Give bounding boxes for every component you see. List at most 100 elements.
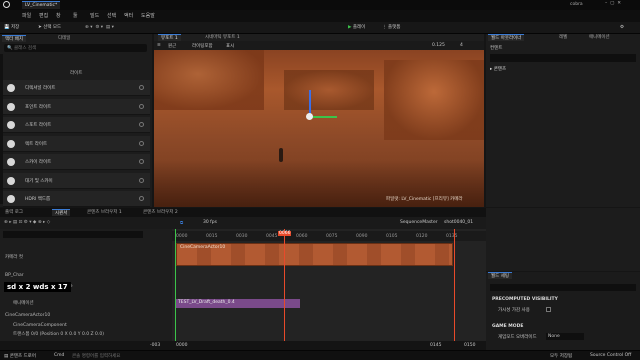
- fov-value[interactable]: 0.125: [432, 43, 445, 48]
- camera-speed[interactable]: 4: [460, 43, 463, 48]
- tab-details[interactable]: 디테일: [55, 35, 73, 42]
- bottom-tab[interactable]: 콘텐츠 브라우저 2: [140, 209, 181, 216]
- perspective-button[interactable]: 원근: [168, 43, 176, 49]
- range-start[interactable]: -003: [150, 343, 160, 348]
- start-marker[interactable]: [175, 229, 176, 341]
- place-actor-item[interactable]: HDRI 백드롭: [3, 191, 150, 207]
- info-icon[interactable]: [139, 196, 144, 201]
- class-search-input[interactable]: 🔍 클래스 검색: [4, 44, 147, 52]
- track-search-input[interactable]: [3, 231, 143, 238]
- add-button[interactable]: ⊕ ▾ ⚙ ▾ ▤ ▾: [85, 24, 114, 32]
- range-end[interactable]: 0150: [464, 343, 475, 348]
- place-actor-label: 스카이 라이트: [25, 160, 52, 165]
- range-out[interactable]: 0145: [430, 343, 441, 348]
- mode-button[interactable]: ➤ 선택 모드: [38, 24, 61, 32]
- timeline-ruler[interactable]: 0000 0015 0030 0045 0060 0075 0090 0105 0120 0135: [172, 231, 486, 241]
- outliner-panel: 월드 아웃라이너 레벨 애니메이션 컨텐트 ▸ 콘텐츠: [486, 34, 640, 207]
- gizmo-center[interactable]: [306, 113, 313, 120]
- place-actor-item[interactable]: 스포트 라이트: [3, 117, 150, 133]
- snap-icon[interactable]: ⧉: [180, 220, 183, 226]
- show-button[interactable]: 표시: [226, 43, 234, 49]
- status-bar: ▤ 콘텐츠 드로어 Cmd 콘솔 명령어를 입력하세요 모두 저장됨 Sourc…: [0, 350, 640, 360]
- playhead[interactable]: [284, 229, 285, 341]
- ue-logo-icon: [3, 1, 10, 8]
- menu-item[interactable]: 편집: [39, 12, 48, 19]
- tab-viewport[interactable]: 뷰포트 1: [158, 34, 181, 41]
- platforms-button[interactable]: ⋮ 플랫폼: [382, 24, 400, 32]
- info-icon[interactable]: [139, 85, 144, 90]
- play-button[interactable]: ▶ 플레이: [348, 24, 365, 32]
- section-game-mode[interactable]: GAME MODE: [492, 324, 523, 329]
- camera-cut-label: CineCameraActor10: [180, 245, 226, 250]
- cmd-label[interactable]: Cmd: [54, 353, 64, 358]
- precomputed-visibility-checkbox[interactable]: [546, 307, 551, 312]
- world-settings-panel: 월드 세팅 PRECOMPUTED VISIBILITY 가시성 가감 사용 G…: [486, 272, 640, 350]
- place-actor-item[interactable]: 렉트 라이트: [3, 135, 150, 152]
- bottom-tab[interactable]: 출력 로그: [2, 209, 26, 216]
- tab-world-outliner[interactable]: 월드 아웃라이너: [488, 34, 525, 41]
- tab-cinematic-viewport[interactable]: 시네마틱 뷰포트 1: [202, 34, 243, 41]
- game-mode-override-label: 게임모드 오버라이드: [498, 335, 537, 340]
- sequencer-track[interactable]: BP_Char: [3, 271, 143, 281]
- animation-clip[interactable]: TEST_LV_Draft_death_0.4: [176, 299, 300, 308]
- place-actor-item[interactable]: 대기 및 스카이: [3, 172, 150, 189]
- settings-search-input[interactable]: [490, 284, 636, 291]
- range-in[interactable]: 0000: [176, 343, 187, 348]
- end-marker[interactable]: [454, 229, 455, 341]
- game-mode-override-select[interactable]: None: [546, 333, 584, 340]
- sequencer-timeline[interactable]: 0000 0015 0030 0045 0060 0075 0090 0105 0120 0135…: [172, 229, 486, 341]
- scene-view[interactable]: 파일럿: LV_Cinematic [프리뷰] 카메라: [154, 50, 484, 207]
- window-controls[interactable]: – ▢ ✕: [605, 1, 621, 6]
- project-tab[interactable]: LV_Cinematic*: [22, 1, 61, 9]
- section-precomputed-visibility[interactable]: PRECOMPUTED VISIBILITY: [492, 297, 558, 302]
- tab-animation[interactable]: 애니메이션: [586, 34, 613, 41]
- playhead-time: 0066: [278, 231, 292, 236]
- content-filter[interactable]: 컨텐트: [490, 45, 502, 51]
- place-actor-item[interactable]: 포인트 라이트: [3, 98, 150, 115]
- bottom-tab[interactable]: 시퀀서: [52, 209, 71, 216]
- sequencer-track[interactable]: CineCameraActor10: [3, 311, 143, 321]
- seq-tools[interactable]: ⊕ ▸ ▤ ⊡ ⚙ ▾ ◆ ⊗ ▸ ◇: [4, 220, 50, 225]
- menu-item[interactable]: 파일: [22, 12, 31, 19]
- source-control-status[interactable]: Source Control Off: [590, 353, 631, 358]
- character-figure[interactable]: [279, 148, 283, 162]
- save-button[interactable]: 💾 저장: [4, 24, 19, 32]
- console-input[interactable]: 콘솔 명령어를 입력하세요: [72, 353, 120, 359]
- content-drawer-button[interactable]: ▤ 콘텐츠 드로어: [4, 353, 36, 359]
- menu-item[interactable]: 창: [56, 12, 61, 19]
- place-actor-item[interactable]: 디렉셔널 라이트: [3, 80, 150, 96]
- gizmo-x-axis[interactable]: [311, 116, 337, 118]
- fps-dropdown[interactable]: 30 fps: [203, 220, 217, 225]
- sequencer-track[interactable]: 트랜스폼 0/0 (Position 0 X 0.0 Y 0.0 Z 0.0): [3, 330, 143, 340]
- info-icon[interactable]: [139, 140, 144, 146]
- lit-button[interactable]: 라이팅포함: [192, 43, 213, 49]
- shot-name[interactable]: shot0040_01: [444, 220, 473, 225]
- menu-item[interactable]: 도움말: [141, 12, 155, 19]
- place-actor-item[interactable]: 스카이 라이트: [3, 154, 150, 170]
- camera-label: 파일럿: LV_Cinematic [프리뷰] 카메라: [386, 197, 463, 202]
- sequence-name[interactable]: SequenceMaster: [400, 220, 438, 225]
- outliner-search-input[interactable]: [490, 54, 636, 62]
- menu-item[interactable]: 툴: [73, 12, 78, 19]
- outliner-content-item[interactable]: ▸ 콘텐츠: [490, 66, 506, 72]
- settings-button[interactable]: ⚙: [620, 24, 624, 32]
- place-actor-label: 대기 및 스카이: [25, 178, 53, 184]
- info-icon[interactable]: [139, 177, 144, 183]
- tab-place-actors[interactable]: 액터 배치: [2, 35, 26, 42]
- info-icon[interactable]: [139, 103, 144, 109]
- viewport-menu-button[interactable]: ≡: [157, 43, 161, 48]
- menu-item[interactable]: 액터: [124, 12, 133, 19]
- info-icon[interactable]: [139, 159, 144, 164]
- sequencer-track[interactable]: 애니메이션: [3, 299, 143, 309]
- all-saved-label: 모두 저장됨: [550, 354, 573, 359]
- tab-levels[interactable]: 레벨: [556, 34, 570, 41]
- menu-item[interactable]: 빌드: [90, 12, 99, 19]
- sequencer-track[interactable]: 카메라 컷: [3, 253, 143, 263]
- bottom-tab[interactable]: 콘텐츠 브라우저 1: [84, 209, 125, 216]
- info-icon[interactable]: [139, 122, 144, 127]
- menu-item[interactable]: 선택: [107, 12, 116, 19]
- camera-cut-clip[interactable]: CineCameraActor10: [176, 243, 453, 266]
- ruler-tick-label: 0105: [386, 234, 398, 239]
- overlay-text: sd x 2 wds x 17: [4, 282, 71, 292]
- tab-world-settings[interactable]: 월드 세팅: [488, 272, 512, 279]
